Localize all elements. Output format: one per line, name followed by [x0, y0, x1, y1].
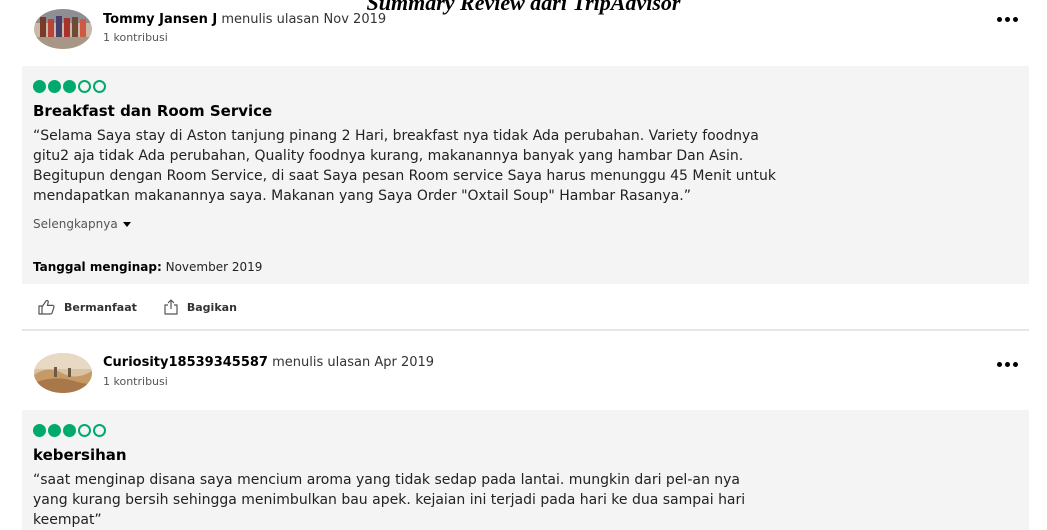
review-body: kebersihan “saat menginap disana saya me… [22, 410, 1029, 530]
review-date: menulis ulasan Nov 2019 [221, 12, 387, 27]
stay-date: Tanggal menginap: November 2019 [33, 259, 262, 275]
share-label: Bagikan [186, 300, 237, 314]
review-actions: Bermanfaat Bagikan [38, 299, 263, 315]
avatar[interactable] [34, 9, 92, 49]
author-line: Curiosity18539345587 menulis ulasan Apr … [103, 355, 434, 371]
review-card: Tommy Jansen J menulis ulasan Nov 2019 1… [0, 0, 1047, 331]
review-text: “saat menginap disana saya mencium aroma… [33, 470, 1023, 530]
more-dots-icon [996, 16, 1002, 22]
helpful-button[interactable]: Bermanfaat [38, 299, 137, 315]
read-more-label: Selengkapnya [33, 217, 118, 231]
more-dots-icon [1012, 16, 1018, 22]
rating-bubble-filled [63, 79, 76, 93]
more-options-button[interactable] [989, 355, 1025, 373]
rating-bubble-filled [33, 79, 46, 93]
helpful-label: Bermanfaat [64, 300, 137, 314]
review-date: menulis ulasan Apr 2019 [272, 355, 435, 370]
review-body: Breakfast dan Room Service “Selama Saya … [22, 66, 1029, 284]
more-dots-icon [996, 361, 1002, 367]
rating-bubble-empty [93, 79, 106, 93]
more-dots-icon [1004, 16, 1010, 22]
rating-bubble-filled [33, 423, 46, 437]
rating-bubble-empty [78, 423, 91, 437]
rating-bubble-filled [63, 423, 76, 437]
stay-date-value: November 2019 [165, 260, 263, 274]
avatar-image [34, 353, 92, 393]
more-dots-icon [1004, 361, 1010, 367]
review-text-line: gitu2 aja tidak Ada perubahan, Quality f… [33, 148, 744, 164]
review-text-line: “saat menginap disana saya mencium aroma… [33, 472, 741, 488]
rating-bubbles [33, 422, 108, 438]
review-text-line: yang kurang bersih sehingga menimbulkan … [33, 492, 746, 508]
author-line: Tommy Jansen J menulis ulasan Nov 2019 [103, 12, 386, 28]
stay-date-label: Tanggal menginap: [33, 260, 162, 274]
rating-bubble-filled [48, 79, 61, 93]
review-title[interactable]: kebersihan [33, 445, 127, 465]
rating-bubble-filled [48, 423, 61, 437]
review-text-line: Begitupun dengan Room Service, di saat S… [33, 168, 777, 184]
review-text-line: mendapatkan makanannya saya. Makanan yan… [33, 188, 691, 204]
thumbs-up-icon [38, 299, 55, 315]
contributions-count: 1 kontribusi [103, 375, 168, 388]
read-more-link[interactable]: Selengkapnya [33, 216, 131, 232]
review-text-line: “Selama Saya stay di Aston tanjung pinan… [33, 128, 759, 144]
more-dots-icon [1012, 361, 1018, 367]
review-text-line: keempat” [33, 512, 102, 528]
share-icon [164, 299, 178, 315]
more-options-button[interactable] [989, 10, 1025, 28]
share-button[interactable]: Bagikan [163, 299, 237, 315]
rating-bubble-empty [93, 423, 106, 437]
contributions-count: 1 kontribusi [103, 31, 168, 44]
review-title[interactable]: Breakfast dan Room Service [33, 101, 272, 121]
author-name[interactable]: Curiosity18539345587 [103, 355, 268, 370]
rating-bubble-empty [78, 79, 91, 93]
review-card: Curiosity18539345587 menulis ulasan Apr … [0, 331, 1047, 530]
author-name[interactable]: Tommy Jansen J [103, 12, 217, 27]
caret-down-icon [122, 222, 131, 227]
review-text: “Selama Saya stay di Aston tanjung pinan… [33, 126, 1023, 206]
avatar-image [34, 9, 92, 49]
avatar[interactable] [34, 353, 92, 393]
rating-bubbles [33, 78, 108, 94]
